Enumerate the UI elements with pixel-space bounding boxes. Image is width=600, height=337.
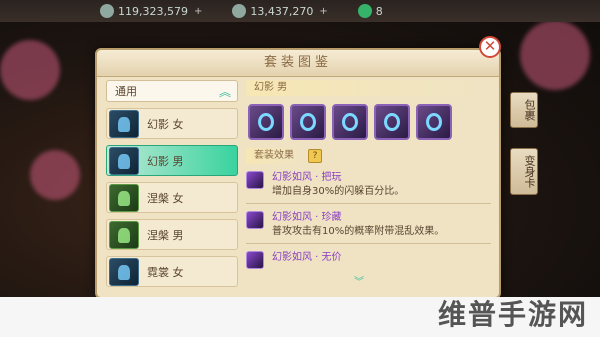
scroll-down-icon[interactable]: ︾: [354, 273, 364, 288]
set-item-phantom-female[interactable]: 幻影 女: [106, 108, 238, 139]
set-codex-panel: 套装图鉴 通用 ︽ 幻影 女 幻影 男 涅槃 女 涅槃 男 霓裳 女 幻影 男: [95, 48, 501, 299]
set-item-nirvana-female[interactable]: 涅槃 女: [106, 182, 238, 213]
set-thumbnail: [109, 257, 139, 286]
background-blossom: [0, 40, 60, 100]
gold-ingot-icon: [232, 4, 247, 18]
set-thumbnail: [109, 146, 139, 175]
jade-value: 8: [375, 4, 383, 18]
jade-counter: 8: [357, 4, 383, 18]
set-item-phantom-male[interactable]: 幻影 男: [106, 145, 238, 176]
set-effect-item: 幻影如风 · 无价: [246, 251, 491, 269]
background-blossom: [30, 150, 80, 200]
effect-description: 增加自身30%的闪躲百分比。: [272, 186, 405, 197]
equipment-piece-slot[interactable]: [416, 104, 452, 140]
watermark-text: 维普手游网: [437, 298, 588, 331]
set-item-label: 霓裳 女: [147, 265, 184, 279]
gold-counter: 13,437,270: [232, 4, 313, 18]
effect-text: 幻影如风 · 珍藏 普攻攻击有10%的概率附带混乱效果。: [272, 211, 444, 239]
set-thumbnail: [109, 220, 139, 249]
filter-label: 通用: [115, 85, 137, 98]
panel-header: 套装图鉴: [97, 50, 499, 77]
selected-set-title: 幻影 男: [246, 80, 491, 96]
set-list: 通用 ︽ 幻影 女 幻影 男 涅槃 女 涅槃 男 霓裳 女: [106, 80, 238, 290]
set-item-nirvana-male[interactable]: 涅槃 男: [106, 219, 238, 250]
set-effect-item: 幻影如风 · 珍藏 普攻攻击有10%的概率附带混乱效果。: [246, 211, 491, 239]
set-item-label: 涅槃 男: [147, 228, 184, 242]
panel-title: 套装图鉴: [263, 55, 332, 70]
side-tab-label: 变身卡: [523, 155, 536, 188]
effect-text: 幻影如风 · 把玩 增加自身30%的闪躲百分比。: [272, 171, 404, 199]
equipment-piece-slot[interactable]: [374, 104, 410, 140]
close-button[interactable]: ✕: [479, 36, 501, 58]
set-item-label: 涅槃 女: [147, 191, 184, 205]
set-pieces: [248, 104, 491, 140]
side-tab-transform-card[interactable]: 变身卡: [510, 148, 538, 195]
set-thumbnail: [109, 109, 139, 138]
set-item-label: 幻影 男: [147, 154, 184, 168]
add-gold-button[interactable]: +: [319, 6, 327, 17]
side-tab-label: 包裹: [523, 99, 536, 121]
silver-counter: 119,323,579: [100, 4, 188, 18]
divider: [246, 243, 491, 244]
top-hud: 119,323,579 + 13,437,270 + 8: [0, 0, 600, 22]
effect-text: 幻影如风 · 无价: [272, 251, 342, 269]
set-thumbnail: [109, 183, 139, 212]
divider: [246, 203, 491, 204]
effect-name: 幻影如风 · 无价: [272, 252, 342, 263]
effect-description: 普攻攻击有10%的概率附带混乱效果。: [272, 226, 445, 237]
category-filter-dropdown[interactable]: 通用 ︽: [106, 80, 238, 102]
equipment-piece-slot[interactable]: [332, 104, 368, 140]
effect-gem-icon: [246, 211, 264, 229]
silver-coin-icon: [100, 4, 114, 18]
set-detail: 幻影 男 套装效果 ? 幻影如风 · 把玩 增加自身30%的闪躲百分比。 幻影如…: [246, 80, 491, 290]
help-icon[interactable]: ?: [308, 149, 322, 163]
chevron-up-icon: ︽: [218, 84, 231, 99]
set-effect-header: 套装效果 ?: [246, 148, 491, 164]
effect-gem-icon: [246, 251, 264, 269]
set-effect-title: 套装效果: [246, 148, 302, 164]
effect-name: 幻影如风 · 珍藏: [272, 212, 342, 223]
silver-value: 119,323,579: [118, 4, 188, 18]
effect-name: 幻影如风 · 把玩: [272, 172, 342, 183]
gold-value: 13,437,270: [250, 4, 314, 18]
set-effect-item: 幻影如风 · 把玩 增加自身30%的闪躲百分比。: [246, 171, 491, 199]
equipment-piece-slot[interactable]: [248, 104, 284, 140]
jade-icon: [357, 4, 372, 18]
side-tab-inventory[interactable]: 包裹: [510, 92, 538, 128]
add-silver-button[interactable]: +: [194, 6, 202, 17]
background-blossom: [520, 20, 590, 90]
set-item-nichang-female[interactable]: 霓裳 女: [106, 256, 238, 287]
equipment-piece-slot[interactable]: [290, 104, 326, 140]
set-item-label: 幻影 女: [147, 117, 184, 131]
effect-gem-icon: [246, 171, 264, 189]
